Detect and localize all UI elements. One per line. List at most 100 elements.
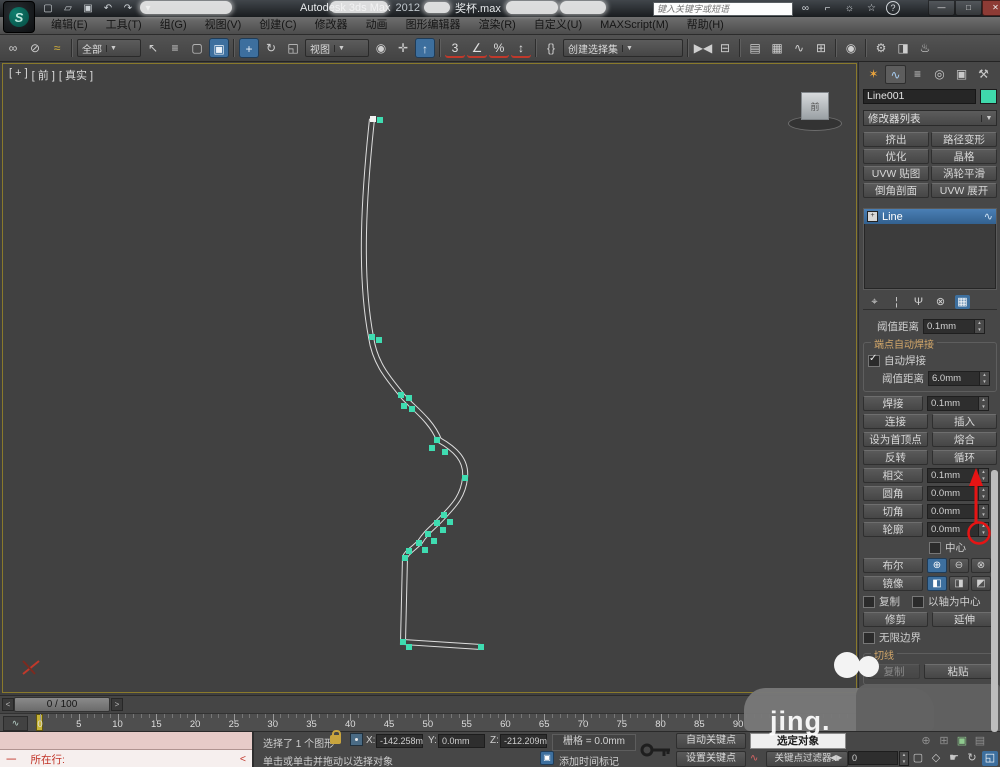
chevron-down-icon[interactable]: ▼	[334, 44, 348, 52]
open-mini-curve-editor-button[interactable]: ∿	[3, 716, 28, 731]
help-icon[interactable]: ?	[886, 1, 900, 15]
viewport-shading-menu[interactable]: [ 真实 ]	[59, 67, 93, 83]
spline-vertex-4[interactable]	[406, 395, 412, 401]
key-mode-toggle-icon[interactable]: ◀▶	[830, 753, 842, 762]
spline-vertex-18[interactable]	[422, 547, 428, 553]
modifier-button-7[interactable]: UVW 展开	[931, 183, 997, 198]
window-crossing-toggle-icon[interactable]: ▣	[209, 38, 229, 58]
modifier-button-3[interactable]: 晶格	[931, 149, 997, 164]
application-menu-button[interactable]: S	[3, 1, 35, 33]
new-file-icon[interactable]: ▢	[40, 2, 56, 15]
boolean-union-icon[interactable]: ⊕	[927, 558, 947, 573]
menu-item-5[interactable]: 修改器	[306, 17, 357, 34]
spline-vertex-6[interactable]	[409, 406, 415, 412]
tab-utilities[interactable]: ⚒	[973, 65, 994, 84]
center-checkbox[interactable]	[929, 541, 941, 554]
viewport-pov-menu[interactable]: [ + ]	[9, 67, 28, 83]
tab-motion[interactable]: ◎	[929, 65, 950, 84]
viewport-view-menu[interactable]: [ 前 ]	[32, 67, 55, 83]
tab-hierarchy[interactable]: ≡	[907, 65, 928, 84]
spinner-arrows[interactable]: ▲ ▼	[978, 397, 988, 410]
tab-modify[interactable]: ∿	[885, 65, 906, 84]
absolute-offset-toggle-icon[interactable]	[350, 733, 363, 746]
auto-weld-checkbox[interactable]	[868, 353, 880, 367]
fillet-button[interactable]: 圆角	[863, 486, 923, 501]
weld-spinner[interactable]: 0.1mm ▲ ▼	[927, 396, 989, 411]
reverse-button[interactable]: 反转	[863, 450, 928, 465]
add-time-tag[interactable]: 添加时间标记	[559, 753, 619, 767]
spinner-arrows[interactable]: ▲ ▼	[978, 505, 988, 518]
selection-filter-dropdown[interactable]: 全部 ▼	[77, 39, 141, 57]
maximize-viewport-toggle-icon[interactable]: ◱	[982, 751, 998, 766]
select-by-name-icon[interactable]: ≡	[165, 38, 185, 58]
search-input[interactable]	[654, 3, 792, 15]
auto-key-button[interactable]: 自动关键点	[676, 733, 746, 749]
spline-vertex-22[interactable]	[406, 644, 412, 650]
spline-vertex-0[interactable]	[377, 117, 383, 123]
spline-vertex-19[interactable]	[406, 548, 412, 554]
menu-item-6[interactable]: 动画	[357, 17, 397, 34]
keyboard-shortcut-override-icon[interactable]: ↑	[415, 38, 435, 58]
close-button[interactable]: ✕	[982, 0, 1000, 16]
stack-item-line[interactable]: + Line ∿	[864, 209, 996, 224]
spline-vertex-2[interactable]	[376, 337, 382, 343]
chevron-down-icon[interactable]: ▼	[981, 114, 996, 122]
search-icon[interactable]: ∞	[798, 3, 813, 14]
cross-insert-button[interactable]: 相交	[863, 468, 923, 483]
sign-in-key-icon[interactable]: ⌐	[820, 3, 835, 14]
fuse-button[interactable]: 熔合	[932, 432, 997, 447]
zoom-extents-all-icon[interactable]: ▤	[972, 734, 988, 749]
menu-item-1[interactable]: 工具(T)	[97, 17, 151, 34]
modifier-button-4[interactable]: UVW 贴图	[863, 166, 929, 181]
chamfer-button[interactable]: 切角	[863, 504, 923, 519]
object-color-swatch[interactable]	[980, 89, 997, 104]
snaps-toggle-icon[interactable]: 3	[445, 38, 465, 58]
spline-vertex-13[interactable]	[434, 520, 440, 526]
pin-stack-icon[interactable]: ⌖	[867, 295, 882, 309]
spline-vertex-10[interactable]	[462, 475, 468, 481]
z-coordinate-field[interactable]: -212.209m	[500, 734, 547, 748]
menu-item-3[interactable]: 视图(V)	[196, 17, 251, 34]
spline-vertex-3[interactable]	[398, 392, 404, 398]
unlink-selection-icon[interactable]: ⊘	[25, 38, 45, 58]
zoom-all-icon[interactable]: ⊞	[936, 734, 952, 749]
current-frame-field[interactable]: 0	[848, 751, 898, 765]
boolean-intersection-icon[interactable]: ⊗	[971, 558, 991, 573]
track-bar[interactable]: ∿ 05101520253035404550556065707580859095	[0, 713, 858, 731]
chevron-down-icon[interactable]: ▼	[622, 44, 636, 52]
render-setup-icon[interactable]: ⚙	[871, 38, 891, 58]
select-and-move-icon[interactable]: +	[239, 38, 259, 58]
autoweld-threshold-spinner[interactable]: 6.0mm ▲ ▼	[928, 371, 990, 386]
select-and-manipulate-icon[interactable]: ✛	[393, 38, 413, 58]
spline-vertex-1[interactable]	[369, 334, 375, 340]
viewcube[interactable]: 前	[788, 88, 842, 132]
spinner-arrows[interactable]: ▲ ▼	[978, 469, 988, 482]
undo-icon[interactable]: ↶	[100, 2, 116, 15]
spline-vertex-23[interactable]	[478, 644, 484, 650]
spline-vertex-16[interactable]	[431, 538, 437, 544]
previous-frame-button[interactable]: <	[2, 698, 14, 711]
curve-editor-icon[interactable]: ∿	[789, 38, 809, 58]
spline-vertex-5[interactable]	[401, 403, 407, 409]
spinner-arrows[interactable]: ▲ ▼	[978, 523, 988, 536]
make-unique-icon[interactable]: Ψ	[911, 295, 926, 309]
spline-vertex-15[interactable]	[425, 531, 431, 537]
remove-modifier-icon[interactable]: ⊗	[933, 295, 948, 309]
outline-button[interactable]: 轮廓	[863, 522, 923, 537]
field-of-view-icon[interactable]: ◇	[928, 751, 944, 766]
edit-named-selection-sets-icon[interactable]: {}	[541, 38, 561, 58]
percent-snap-icon[interactable]: %	[489, 38, 509, 58]
rectangular-selection-region-icon[interactable]: ▢	[187, 38, 207, 58]
menu-item-11[interactable]: 帮助(H)	[678, 17, 733, 34]
modifier-button-0[interactable]: 挤出	[863, 132, 929, 147]
object-name-field[interactable]: Line001	[863, 89, 976, 104]
menu-item-9[interactable]: 自定义(U)	[525, 17, 591, 34]
reference-coordinate-system-dropdown[interactable]: 视图 ▼	[305, 39, 369, 57]
outline-spinner[interactable]: 0.0mm ▲ ▼	[927, 522, 989, 537]
align-icon[interactable]: ⊟	[715, 38, 735, 58]
weld-button[interactable]: 焊接	[863, 396, 923, 411]
macro-recorder-pane[interactable]	[0, 732, 252, 750]
spline-vertex-7[interactable]	[434, 437, 440, 443]
front-viewport[interactable]: [ + ] [ 前 ] [ 真实 ] 前	[2, 63, 857, 693]
open-file-icon[interactable]: ▱	[60, 2, 76, 15]
